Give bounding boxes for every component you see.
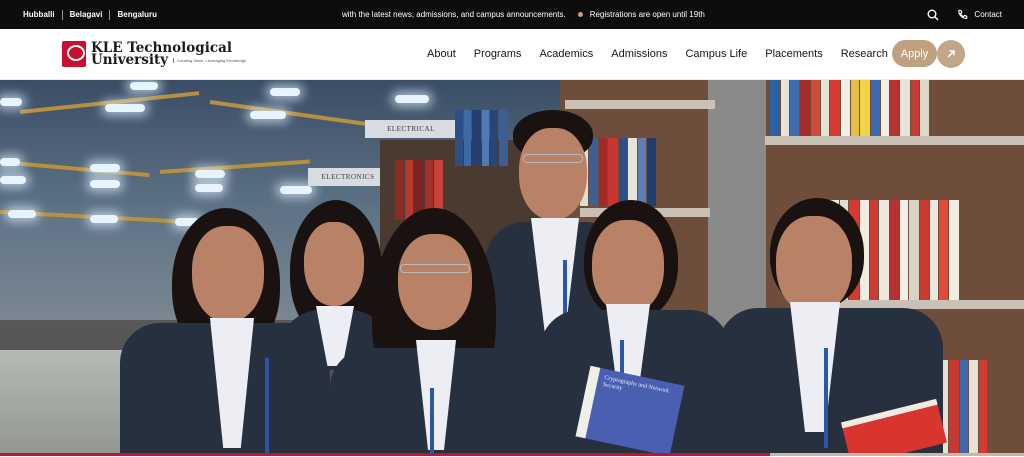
ceiling-light — [0, 158, 20, 166]
ceiling-light — [195, 170, 225, 178]
top-bar-actions: Contact — [927, 0, 1002, 29]
student-lanyard — [430, 388, 434, 453]
primary-nav: About Programs Academics Admissions Camp… — [427, 29, 906, 79]
contact-label: Contact — [974, 10, 1002, 19]
campus-link-bengaluru[interactable]: Bengaluru — [117, 10, 157, 19]
contact-link[interactable]: Contact — [957, 9, 1002, 20]
hero-progress-fill — [0, 453, 770, 456]
ceiling-light — [0, 176, 26, 184]
hero-progress-line — [0, 453, 1024, 457]
phone-icon — [957, 9, 968, 20]
ceiling-light — [90, 180, 120, 188]
student-face — [398, 234, 472, 330]
apply-button[interactable]: Apply — [892, 40, 937, 67]
ceiling-light — [90, 164, 120, 172]
ceiling-light — [105, 104, 145, 112]
student-lanyard — [824, 348, 828, 448]
logo-wordmark: KLE Technological University Creating Va… — [91, 41, 246, 68]
ticker-item-news[interactable]: with the latest news, admissions, and ca… — [342, 10, 566, 19]
nav-research[interactable]: Research — [841, 48, 888, 60]
ceiling-light — [130, 82, 158, 90]
student-face — [776, 216, 852, 314]
logo-tagline: Creating Value, Leveraging Knowledge — [173, 57, 246, 63]
bullet-dot-icon — [577, 12, 583, 17]
ceiling-light — [0, 98, 22, 106]
ceiling-light — [195, 184, 223, 192]
student-face — [192, 226, 264, 322]
campus-links: Hubballi Belagavi Bengaluru — [23, 0, 157, 29]
shelf-plank — [565, 100, 715, 109]
ceiling-light — [270, 88, 300, 96]
arrow-up-right-icon[interactable] — [937, 40, 965, 68]
nav-admissions[interactable]: Admissions — [611, 48, 667, 60]
main-header: KLE Technological University Creating Va… — [0, 29, 1024, 80]
ceiling-light — [395, 95, 429, 103]
ceiling-light — [280, 186, 312, 194]
logo-line-2: University — [91, 52, 169, 68]
divider — [61, 9, 63, 20]
bookshelf-right-books — [770, 80, 1020, 136]
ceiling-light — [250, 111, 286, 119]
student-figure — [330, 208, 540, 453]
library-section-sign: ELECTRICAL — [365, 120, 457, 138]
hero-banner-image: ELECTRICAL ELECTRONICS Cryptography and … — [0, 80, 1024, 453]
news-ticker: with the latest news, admissions, and ca… — [342, 0, 705, 29]
student-lanyard — [265, 358, 269, 453]
ticker-item-label: Registrations are open until 19th — [589, 10, 705, 19]
divider — [109, 9, 111, 20]
campus-link-belagavi[interactable]: Belagavi — [70, 10, 103, 19]
student-glasses — [400, 264, 470, 273]
campus-link-hubballi[interactable]: Hubballi — [23, 10, 55, 19]
nav-campus-life[interactable]: Campus Life — [685, 48, 747, 60]
university-logo[interactable]: KLE Technological University Creating Va… — [62, 41, 246, 67]
nav-placements[interactable]: Placements — [765, 48, 822, 60]
hero-progress-track — [770, 453, 1024, 456]
ceiling-light — [8, 210, 36, 218]
student-face — [592, 220, 664, 314]
ceiling-light — [90, 215, 118, 223]
search-icon[interactable] — [927, 9, 939, 21]
student-glasses — [523, 154, 583, 163]
shelf-plank — [765, 136, 1024, 145]
logo-mark-icon — [62, 41, 86, 67]
nav-about[interactable]: About — [427, 48, 456, 60]
ticker-item-registrations[interactable]: Registrations are open until 19th — [577, 10, 705, 19]
library-section-sign: ELECTRONICS — [308, 168, 388, 186]
nav-programs[interactable]: Programs — [474, 48, 522, 60]
nav-academics[interactable]: Academics — [539, 48, 593, 60]
top-announcement-bar: Hubballi Belagavi Bengaluru with the lat… — [0, 0, 1024, 29]
